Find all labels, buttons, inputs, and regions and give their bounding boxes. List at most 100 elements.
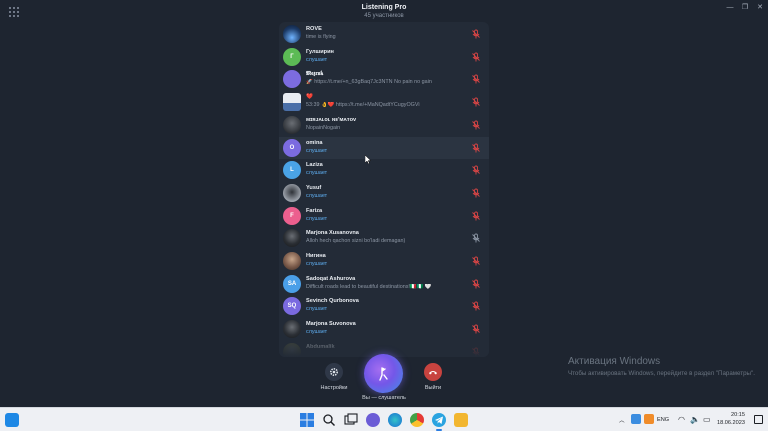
participant-status: 53:39 👌❤️ https://t.me/+MaNQadtYCugyOGVi [306, 102, 420, 109]
muted-mic-icon[interactable] [471, 279, 481, 289]
participant-avatar: O [283, 138, 301, 157]
participant-avatar [283, 70, 301, 89]
gear-icon [329, 367, 339, 377]
widgets-icon[interactable] [5, 413, 19, 427]
participant-row[interactable]: ❤️ 53:39 👌❤️ https://t.me/+MaNQadtYCugyOG… [279, 91, 489, 113]
leave-button[interactable] [424, 363, 442, 381]
participant-name: Гулширин [306, 48, 334, 55]
settings-label: Настройки [320, 385, 348, 391]
muted-mic-icon[interactable] [471, 233, 481, 243]
muted-mic-icon[interactable] [471, 301, 481, 311]
muted-mic-icon[interactable] [471, 120, 481, 130]
participant-name: 𝕸𝖊𝖟𝖗𝖚𝖐 [306, 71, 324, 78]
leave-label: Выйти [424, 385, 442, 391]
participant-name: omina [306, 139, 323, 146]
participant-row[interactable]: Г Гулширин слушает [279, 46, 489, 68]
participant-status: 🚀 https://t.me/+n_63gBaq7Jc3NTN No pain … [306, 79, 432, 86]
muted-mic-icon[interactable] [471, 52, 481, 62]
activation-watermark-text: Чтобы активировать Windows, перейдите в … [568, 370, 755, 377]
tray-chevron-icon[interactable]: ︿ [619, 416, 625, 424]
participant-row[interactable]: 𝕸𝖊𝖟𝖗𝖚𝖐 🚀 https://t.me/+n_63gBaq7Jc3NTN No… [279, 68, 489, 90]
raise-hand-button[interactable] [364, 354, 403, 393]
minimize-button[interactable]: — [722, 2, 738, 12]
participant-row[interactable]: Marjona Suvonova слушает [279, 318, 489, 340]
participant-row[interactable]: SQ Sevinch Qurbonova слушает [279, 295, 489, 317]
participant-name: Sadoqat Ashurova [306, 275, 356, 282]
language-indicator[interactable]: ENG [657, 417, 669, 423]
participant-row[interactable]: ROVE time is flying [279, 23, 489, 45]
participant-name: Sevinch Qurbonova [306, 298, 359, 305]
edge-browser-icon[interactable] [388, 413, 402, 427]
participant-avatar [283, 115, 301, 134]
chat-icon[interactable] [366, 413, 380, 427]
start-icon[interactable] [300, 413, 314, 427]
participant-status: слушает [306, 170, 328, 177]
participant-status: Alloh hech qachon sizni bo'ladi demagan) [306, 238, 406, 245]
participant-name: Fariza [306, 207, 323, 214]
participant-name: Нигина [306, 253, 326, 259]
participant-status: слушает [306, 56, 328, 63]
muted-mic-icon[interactable] [471, 165, 481, 175]
participants-list[interactable]: ROVE time is flying Г Гулширин слушает 𝕸𝖊𝖟𝖗𝖚𝖐… [279, 22, 489, 357]
muted-mic-icon[interactable] [471, 97, 481, 107]
participant-row[interactable]: ᴍɪʀᴊᴀʟᴏʟ ɴᴇ'ᴍᴀᴛᴏᴠ NopainNogain [279, 114, 489, 136]
participant-status: слушает [306, 329, 328, 336]
participant-avatar [283, 320, 301, 339]
participant-row[interactable]: Yusuf слушает [279, 182, 489, 204]
participant-name: Laziza [306, 162, 323, 169]
telegram-icon[interactable] [432, 413, 446, 427]
participant-name: Marjona Suvonova [306, 321, 356, 328]
participant-name: Marjona Xusanovna [306, 230, 359, 237]
participant-avatar: F [283, 206, 301, 225]
participant-status: NopainNogain [306, 124, 341, 131]
muted-mic-icon[interactable] [471, 188, 481, 198]
file-explorer-icon[interactable] [454, 413, 468, 427]
muted-mic-icon[interactable] [471, 256, 481, 266]
participant-status: time is flying [306, 34, 336, 40]
muted-mic-icon[interactable] [471, 143, 481, 153]
participant-row[interactable]: Marjona Xusanovna Alloh hech qachon sizni… [279, 227, 489, 249]
participant-name: ❤️ [306, 94, 313, 101]
settings-button[interactable] [325, 363, 343, 381]
muted-mic-icon[interactable] [471, 29, 481, 39]
raise-hand-icon [378, 366, 388, 381]
participant-row[interactable]: L Laziza слушает [279, 159, 489, 181]
participant-name: Yusuf [306, 184, 322, 191]
task-view-icon[interactable] [344, 413, 358, 427]
clock-date[interactable]: 18.06.2023 [717, 420, 745, 426]
activation-watermark-title: Активация Windows [568, 356, 661, 367]
participant-avatar [283, 25, 301, 43]
clock-time[interactable]: 20:15 [731, 412, 745, 418]
wifi-icon[interactable]: ◠ [678, 415, 685, 424]
search-icon[interactable] [322, 413, 336, 427]
participant-name: ROVE [306, 26, 322, 32]
notifications-icon[interactable] [754, 415, 763, 424]
chrome-browser-icon[interactable] [410, 413, 424, 427]
listener-status-label: Вы — слушатель [362, 395, 406, 401]
battery-icon[interactable]: ▭ [703, 415, 711, 424]
participant-status: слушает [306, 147, 328, 154]
window-title: Listening Pro [361, 4, 407, 11]
volume-icon[interactable]: 🔈 [690, 415, 700, 424]
participant-avatar: Г [283, 47, 301, 66]
muted-mic-icon[interactable] [471, 211, 481, 221]
participant-count: 45 участников [364, 13, 404, 19]
participant-avatar: L [283, 161, 301, 180]
muted-mic-icon[interactable] [471, 324, 481, 334]
participant-row[interactable]: Нигина слушает [279, 250, 489, 272]
participant-row[interactable]: SA Sadoqat Ashurova Difficult roads lead t… [279, 273, 489, 295]
muted-mic-icon[interactable] [471, 74, 481, 84]
participant-name: ᴍɪʀᴊᴀʟᴏʟ ɴᴇ'ᴍᴀᴛᴏᴠ [306, 116, 357, 123]
taskbar: ︿ ENG ◠ 🔈 ▭ 20:15 18.06.2023 [0, 407, 768, 431]
participant-avatar [283, 229, 301, 248]
window-title-area: Listening Pro 45 участников [0, 3, 768, 20]
tray-app-icon[interactable] [631, 414, 641, 424]
participant-avatar [283, 252, 301, 270]
participant-row[interactable]: F Fariza слушает [279, 205, 489, 227]
participant-avatar: SA [283, 274, 301, 293]
tray-app-icon-2[interactable] [644, 414, 654, 424]
participant-row[interactable]: Oomina слушает [279, 136, 489, 159]
maximize-button[interactable]: ❐ [737, 2, 753, 12]
close-button[interactable]: ✕ [752, 2, 768, 12]
participant-status: слушает [306, 192, 328, 199]
